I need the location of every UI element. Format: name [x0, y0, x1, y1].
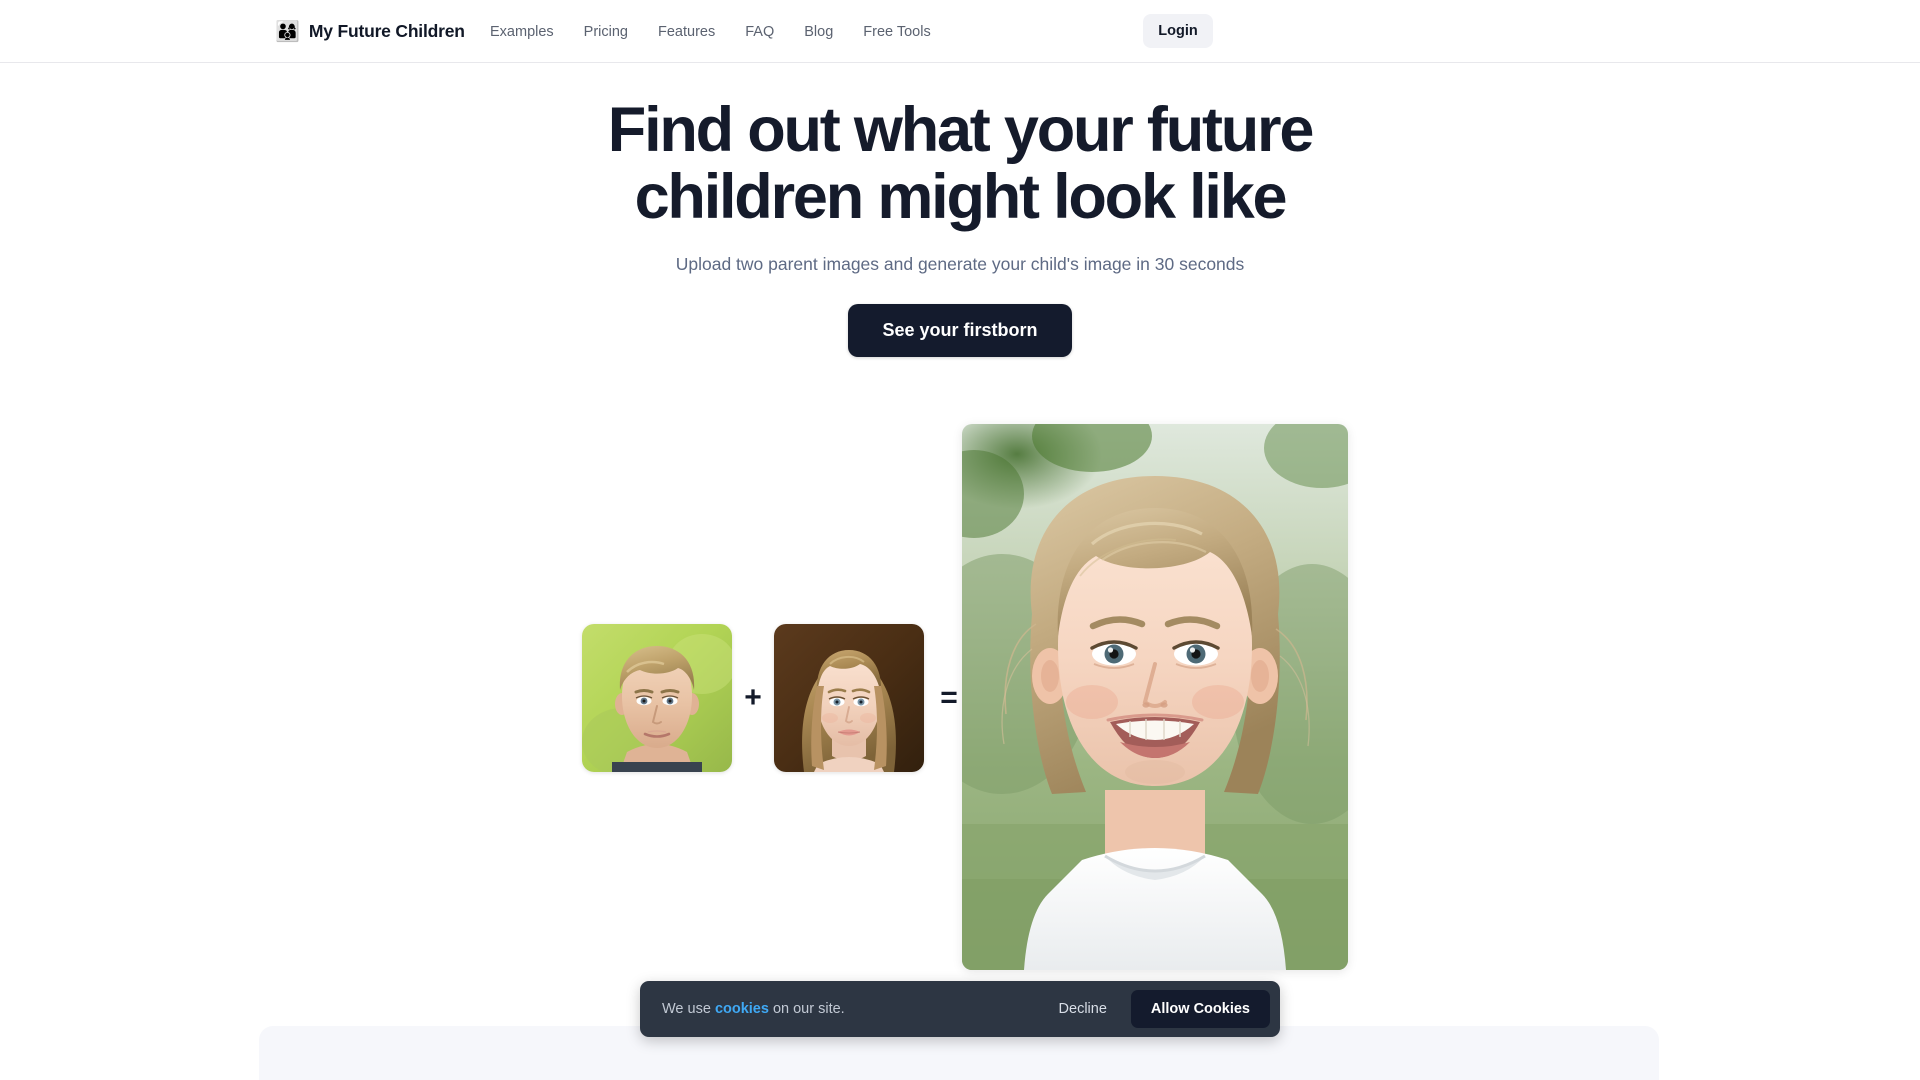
cta-wrapper: See your firstborn	[0, 304, 1920, 358]
nav-item-faq[interactable]: FAQ	[730, 24, 789, 40]
nav-item-examples[interactable]: Examples	[490, 24, 569, 40]
family-icon: 👨‍👩‍👦	[275, 20, 300, 43]
headline-line-1: Find out what your future	[607, 95, 1315, 165]
cookie-text-after: on our site.	[768, 1001, 845, 1017]
composite-illustration: + =	[0, 424, 1920, 984]
nav-item-free-tools[interactable]: Free Tools	[848, 24, 945, 40]
parent-images-row: + =	[582, 624, 974, 772]
allow-cookies-button[interactable]: Allow Cookies	[1130, 990, 1270, 1028]
nav-item-features[interactable]: Features	[643, 24, 730, 40]
main-nav: Examples Pricing Features FAQ Blog Free …	[490, 0, 946, 63]
cookie-message: We use cookies on our site.	[662, 1001, 845, 1017]
decline-cookies-button[interactable]: Decline	[1045, 993, 1121, 1025]
mother-portrait-graphic	[774, 624, 924, 772]
see-your-firstborn-button[interactable]: See your firstborn	[848, 304, 1072, 358]
plus-operator: +	[744, 681, 762, 714]
brand-logo[interactable]: 👨‍👩‍👦 My Future Children	[275, 0, 465, 63]
page-title: Find out what your future children might…	[0, 95, 1920, 233]
login-button[interactable]: Login	[1143, 14, 1213, 48]
father-portrait-graphic	[582, 624, 732, 772]
cookie-text-before: We use	[662, 1001, 715, 1017]
parent-image-father[interactable]	[582, 624, 732, 772]
nav-item-pricing[interactable]: Pricing	[569, 24, 643, 40]
parent-image-mother[interactable]	[774, 624, 924, 772]
child-result-image[interactable]	[962, 424, 1348, 970]
hero-section: Find out what your future children might…	[0, 63, 1920, 358]
cookie-actions: Decline Allow Cookies	[1045, 990, 1280, 1028]
nav-item-blog[interactable]: Blog	[789, 24, 848, 40]
child-portrait-graphic	[962, 424, 1348, 970]
cookie-consent-banner: We use cookies on our site. Decline Allo…	[640, 981, 1280, 1037]
brand-name: My Future Children	[308, 21, 465, 41]
headline-line-2: children might look like	[634, 162, 1288, 233]
site-header: 👨‍👩‍👦 My Future Children Examples Pricin…	[0, 0, 1920, 63]
cookies-policy-link[interactable]: cookies	[715, 1001, 769, 1017]
hero-subtitle: Upload two parent images and generate yo…	[675, 253, 1245, 274]
